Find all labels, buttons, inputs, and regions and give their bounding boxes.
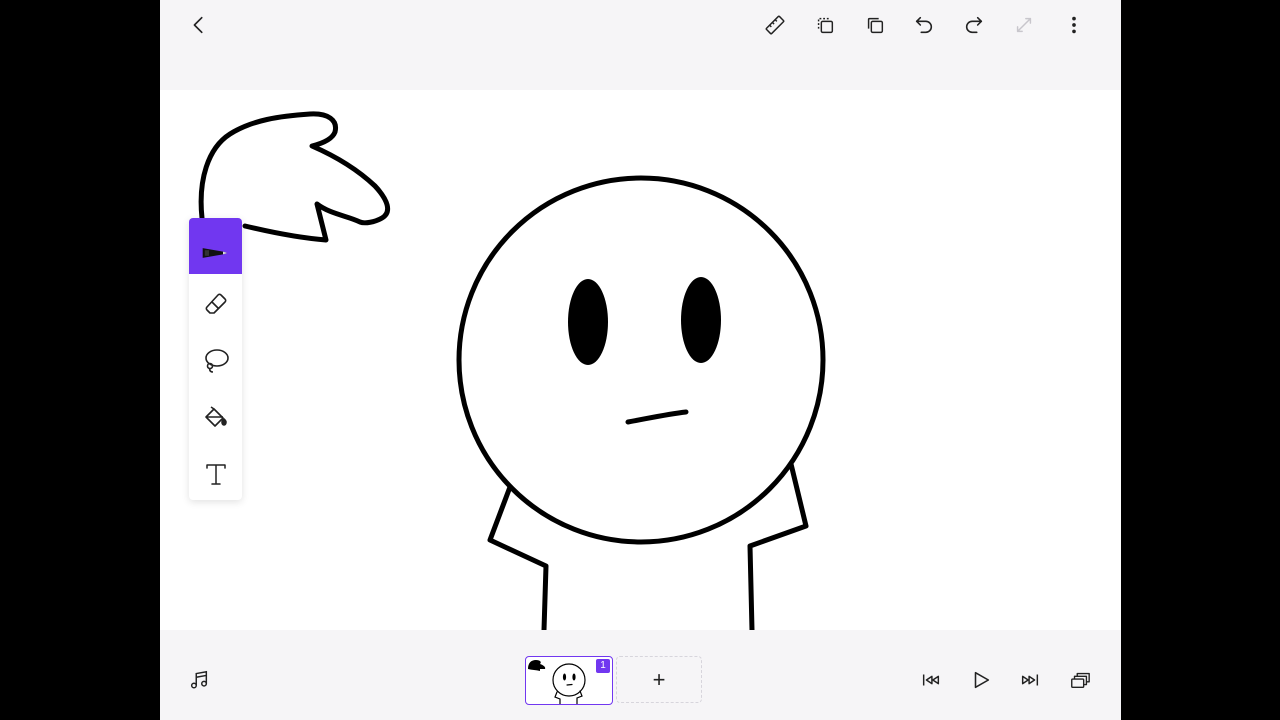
text-icon: [205, 464, 226, 485]
paint-bucket-icon: [204, 406, 227, 427]
head-stroke: [456, 175, 826, 545]
duplicate-icon: [817, 17, 834, 34]
music-icon: [190, 670, 208, 689]
canvas-artwork: [198, 111, 826, 630]
tool-lasso[interactable]: [189, 332, 242, 388]
duplicate-button[interactable]: [807, 7, 843, 43]
layers-button[interactable]: [1062, 662, 1098, 698]
back-button[interactable]: [181, 7, 217, 43]
lasso-icon: [204, 349, 229, 373]
ruler-icon: [765, 15, 785, 35]
left-eye: [568, 279, 608, 365]
resize-icon: [1016, 17, 1032, 33]
undo-icon: [915, 16, 933, 34]
skip-to-start-button[interactable]: [913, 662, 949, 698]
animation-app: 1 +: [160, 0, 1121, 720]
more-options-button[interactable]: [1056, 7, 1092, 43]
layers-icon: [1071, 672, 1090, 689]
skip-to-end-icon: [1021, 674, 1039, 686]
ruler-button[interactable]: [757, 7, 793, 43]
copy-button[interactable]: [857, 7, 893, 43]
add-frame-button[interactable]: +: [616, 656, 702, 703]
redo-button[interactable]: [956, 7, 992, 43]
skip-to-start-icon: [922, 674, 940, 686]
tool-palette: [189, 218, 242, 500]
top-toolbar: [160, 0, 1121, 90]
music-button[interactable]: [181, 662, 217, 698]
frame-number-badge: 1: [596, 659, 610, 673]
tool-pen[interactable]: [189, 218, 242, 274]
resize-button[interactable]: [1006, 7, 1042, 43]
eraser-icon: [205, 293, 226, 314]
redo-icon: [965, 16, 983, 34]
play-icon: [974, 671, 990, 689]
frame-thumbnail[interactable]: 1: [525, 656, 613, 705]
tool-eraser[interactable]: [189, 275, 242, 331]
tool-fill[interactable]: [189, 389, 242, 445]
mouth-stroke: [625, 409, 689, 425]
chevron-left-icon: [193, 16, 203, 34]
copy-icon: [867, 17, 884, 34]
right-eye: [681, 277, 721, 363]
plus-icon: +: [652, 666, 666, 692]
skip-to-end-button[interactable]: [1012, 662, 1048, 698]
play-button[interactable]: [963, 662, 999, 698]
right-arm-stroke: [747, 461, 809, 630]
tool-text[interactable]: [189, 446, 242, 502]
timeline-bar: 1 +: [160, 630, 1121, 720]
more-vertical-icon: [1072, 16, 1076, 34]
drawing-canvas[interactable]: [160, 90, 1121, 630]
pen-icon: [202, 248, 227, 258]
undo-button[interactable]: [906, 7, 942, 43]
